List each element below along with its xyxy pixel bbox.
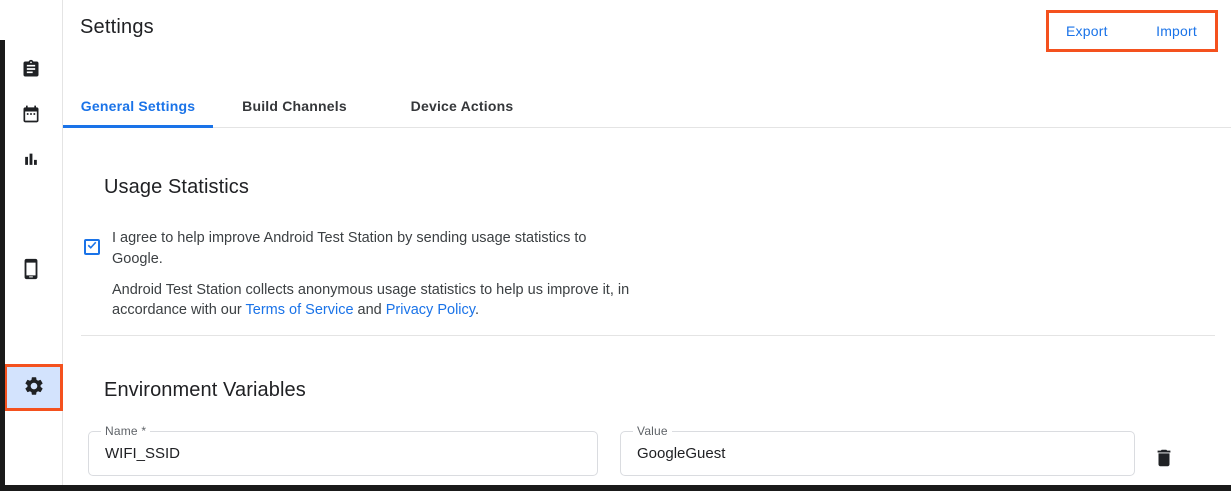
- assignment-icon: [21, 59, 41, 82]
- section-divider: [81, 335, 1215, 336]
- sidebar-item-test-plans[interactable]: [0, 95, 62, 135]
- delete-env-var-button[interactable]: [1149, 444, 1179, 474]
- smartphone-icon: [20, 258, 42, 283]
- calendar-icon: [21, 104, 41, 127]
- env-var-value-field: Value: [620, 431, 1135, 476]
- settings-tabbar: General Settings Build Channels Device A…: [63, 85, 1231, 128]
- tab-general-settings[interactable]: General Settings: [63, 85, 213, 127]
- environment-variables-heading: Environment Variables: [104, 379, 306, 402]
- checkmark-icon: [86, 238, 98, 256]
- window-bottom-edge: [0, 485, 1231, 491]
- window-left-edge: [0, 40, 5, 491]
- sidebar-item-test-runs[interactable]: [0, 140, 62, 180]
- tab-build-channels[interactable]: Build Channels: [213, 85, 376, 127]
- tab-device-actions[interactable]: Device Actions: [376, 85, 548, 127]
- env-var-name-field: Name *: [88, 431, 598, 476]
- settings-highlight-box: [4, 364, 63, 411]
- import-button[interactable]: Import: [1156, 23, 1197, 39]
- sidebar: [0, 0, 63, 491]
- export-import-highlight-box: Export Import: [1046, 10, 1218, 52]
- export-button[interactable]: Export: [1066, 23, 1108, 39]
- bar-chart-icon: [21, 149, 41, 172]
- usage-description-text: Android Test Station collects anonymous …: [112, 281, 629, 320]
- sidebar-item-tests[interactable]: [0, 50, 62, 90]
- usage-statistics-heading: Usage Statistics: [104, 176, 249, 199]
- sidebar-item-settings[interactable]: [7, 367, 60, 408]
- name-input[interactable]: [89, 432, 597, 475]
- page-title: Settings: [80, 16, 154, 39]
- gear-icon: [23, 375, 45, 400]
- privacy-policy-link[interactable]: Privacy Policy: [386, 302, 475, 318]
- usage-consent-text: I agree to help improve Android Test Sta…: [112, 228, 587, 270]
- terms-of-service-link[interactable]: Terms of Service: [246, 302, 354, 318]
- value-input[interactable]: [621, 432, 1134, 475]
- usage-statistics-checkbox[interactable]: [84, 239, 100, 255]
- trash-icon: [1153, 447, 1175, 472]
- sidebar-item-devices[interactable]: [0, 250, 62, 290]
